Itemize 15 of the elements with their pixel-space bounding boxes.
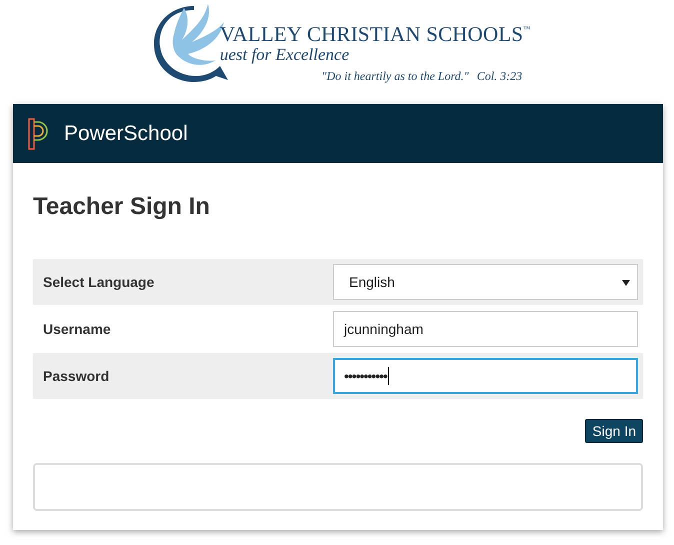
- sign-in-button[interactable]: Sign In: [585, 419, 643, 443]
- input-field[interactable]: English: [333, 264, 638, 300]
- brand-name: PowerSchool: [64, 122, 188, 146]
- verse-reference: Col. 3:23: [476, 69, 522, 84]
- p-logo-icon: [28, 118, 50, 150]
- school-name: VALLEY CHRISTIAN SCHOOLS: [220, 22, 524, 47]
- page-title: Teacher Sign In: [33, 193, 211, 221]
- tagline: uest for Excellence: [220, 45, 350, 65]
- input-field[interactable]: jcunningham: [333, 311, 638, 347]
- field-label: Select Language: [43, 274, 156, 290]
- field-label: Password: [43, 368, 110, 384]
- field-label: Username: [43, 321, 112, 337]
- verse: "Do it heartily as to the Lord.": [322, 69, 469, 84]
- dropdown-arrow-icon: [622, 280, 630, 286]
- input-field[interactable]: •••••••••••: [333, 358, 638, 394]
